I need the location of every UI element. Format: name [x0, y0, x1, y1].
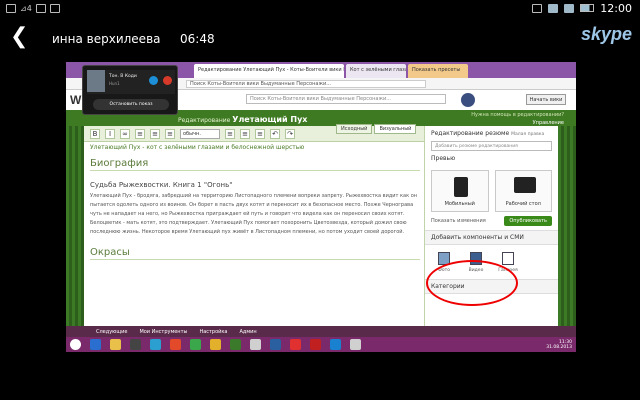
app-icon[interactable] [270, 339, 281, 350]
bold-button[interactable]: B [90, 128, 100, 139]
wiki-search-input[interactable]: Поиск Коты-Воители вики Выдуманные Персо… [246, 94, 446, 104]
status-bar: ⊿4 12:00 [0, 0, 640, 16]
editor-content[interactable]: Улетающий Пух - кот с зелёными глазами и… [90, 144, 420, 324]
stop-sharing-button[interactable]: Остановить показ [93, 99, 169, 110]
format-select[interactable]: обычн. [180, 128, 220, 139]
preview-label: Превью [431, 155, 456, 162]
edit-icon [49, 3, 60, 13]
android-screen: ⊿4 12:00 ❮ инна верхилеева 06:48 skype Р… [0, 0, 640, 400]
toolbar-followed[interactable]: Следующие [96, 329, 127, 335]
yandex-icon[interactable] [290, 339, 301, 350]
wikia-toolbar: Следующие Мои Инструменты Настройка Адми… [66, 326, 576, 337]
browser-tab[interactable]: Показать пресеты [408, 64, 468, 78]
skype-logo: skype [580, 24, 632, 44]
app-icon[interactable] [130, 339, 141, 350]
publish-button[interactable]: Опубликовать [504, 216, 552, 226]
biography-paragraph: Улетающий Пух - бродяга, забредший на те… [90, 193, 418, 235]
call-header: ❮ инна верхилеева 06:48 skype [0, 16, 640, 62]
toolbar-customize[interactable]: Настройка [199, 329, 227, 335]
title-prefix: Редактирование [178, 117, 231, 124]
desktop-preview-button[interactable]: Рабочий стол [494, 170, 552, 212]
tab-visual[interactable]: Визуальный [374, 124, 417, 134]
avatar [87, 70, 105, 92]
windows-taskbar: 11:30 31.08.2013 [66, 337, 576, 352]
browser-tab-active[interactable]: Редактирование Улетающий Пух - Коты-Воит… [194, 64, 344, 78]
mobile-label: Мобильный [444, 201, 475, 207]
mobile-icon [454, 177, 468, 197]
redo-icon[interactable]: ↷ [285, 128, 295, 139]
skype-self-view: Тон. В Коди Hun1 Остановить показ [82, 65, 178, 115]
mic-button-icon[interactable] [149, 76, 158, 85]
align-right-icon[interactable]: ≡ [255, 128, 265, 139]
summary-input[interactable]: Добавить резюме редактирования [431, 141, 552, 151]
self-view-name: Тон. В Коди [109, 74, 137, 79]
signal-icon [564, 3, 575, 13]
ie-icon[interactable] [90, 339, 101, 350]
app-icon[interactable] [250, 339, 261, 350]
start-wiki-button[interactable]: Начать вики [526, 94, 566, 105]
taskbar-clock: 11:30 31.08.2013 [546, 340, 572, 350]
show-changes-link[interactable]: Показать изменения [431, 218, 486, 224]
contact-name: инна верхилеева [52, 32, 161, 46]
mail-icon [35, 3, 46, 13]
bullet-list-icon[interactable]: ≡ [135, 128, 145, 139]
avatar[interactable] [461, 93, 475, 107]
desktop-label: Рабочий стол [505, 201, 541, 207]
taskbar-date: 31.08.2013 [546, 344, 572, 350]
notification-icon [6, 3, 16, 13]
link-icon[interactable]: ∞ [120, 128, 130, 139]
page-title: Редактирование Улетающий Пух [178, 115, 307, 124]
subheading-book: Судьба Рыжехвостки. Книга 1 "Огонь" [90, 181, 233, 189]
editor-area: B I ∞ ≡ ≡ ≡ обычн. ≡ ≡ ≡ ↶ ↷ Улетающий П… [84, 126, 424, 326]
mode-tabs: Исходный Визуальный [336, 124, 417, 134]
numbered-list-icon[interactable]: ≡ [150, 128, 160, 139]
app-icon[interactable] [170, 339, 181, 350]
tab-source[interactable]: Исходный [336, 124, 373, 134]
skype-icon[interactable] [330, 339, 341, 350]
background-left [66, 126, 84, 326]
self-view-panel: Тон. В Коди Hun1 [87, 70, 175, 94]
mobile-preview-button[interactable]: Мобильный [431, 170, 489, 212]
title-name: Улетающий Пух [232, 115, 308, 124]
align-center-icon[interactable]: ≡ [240, 128, 250, 139]
folder-icon[interactable] [110, 339, 121, 350]
help-text[interactable]: Нужна помощь в редактировании? [471, 112, 564, 118]
status-left-text: ⊿4 [20, 3, 32, 13]
browser-tab[interactable]: Кот с зелёными глазами [346, 64, 406, 78]
summary-label: Редактирование резюме Малая правка [425, 126, 558, 141]
italic-button[interactable]: I [105, 128, 115, 139]
chrome-icon[interactable] [210, 339, 221, 350]
wikia-logo[interactable]: W [70, 93, 81, 107]
toolbar-admin[interactable]: Админ [240, 329, 257, 335]
heading-colors: Окрасы [90, 248, 420, 260]
wifi-icon [548, 3, 559, 13]
back-arrow-icon[interactable]: ❮ [10, 24, 28, 50]
status-time: 12:00 [600, 1, 632, 15]
add-components-header[interactable]: Добавить компоненты и СМИ [425, 230, 558, 245]
call-duration: 06:48 [180, 32, 215, 46]
battery-icon [580, 4, 595, 12]
url-field[interactable]: Поиск Коты-Воители вики Выдуманные Персо… [186, 80, 426, 88]
align-left-icon[interactable]: ≡ [225, 128, 235, 139]
app-icon[interactable] [150, 339, 161, 350]
self-view-sub: Hun1 [109, 81, 120, 86]
background-right [558, 126, 576, 326]
gallery-icon [502, 252, 514, 265]
intro-line: Улетающий Пух - кот с зелёными глазами и… [90, 144, 305, 151]
summary-label-text: Редактирование резюме [431, 130, 510, 137]
heading-biography: Биография [90, 159, 420, 171]
app-icon[interactable] [190, 339, 201, 350]
app-icon[interactable] [310, 339, 321, 350]
start-button-icon[interactable] [70, 339, 81, 350]
desktop-icon [513, 177, 536, 193]
app-icon[interactable] [230, 339, 241, 350]
mute-icon [532, 3, 543, 13]
end-call-icon[interactable] [163, 76, 172, 85]
minor-edit-checkbox[interactable]: Малая правка [511, 132, 544, 137]
toolbar-my-tools[interactable]: Мои Инструменты [139, 329, 187, 335]
undo-icon[interactable]: ↶ [270, 128, 280, 139]
align-icon[interactable]: ≡ [165, 128, 175, 139]
app-icon[interactable] [350, 339, 361, 350]
red-annotation-circle [426, 260, 518, 306]
